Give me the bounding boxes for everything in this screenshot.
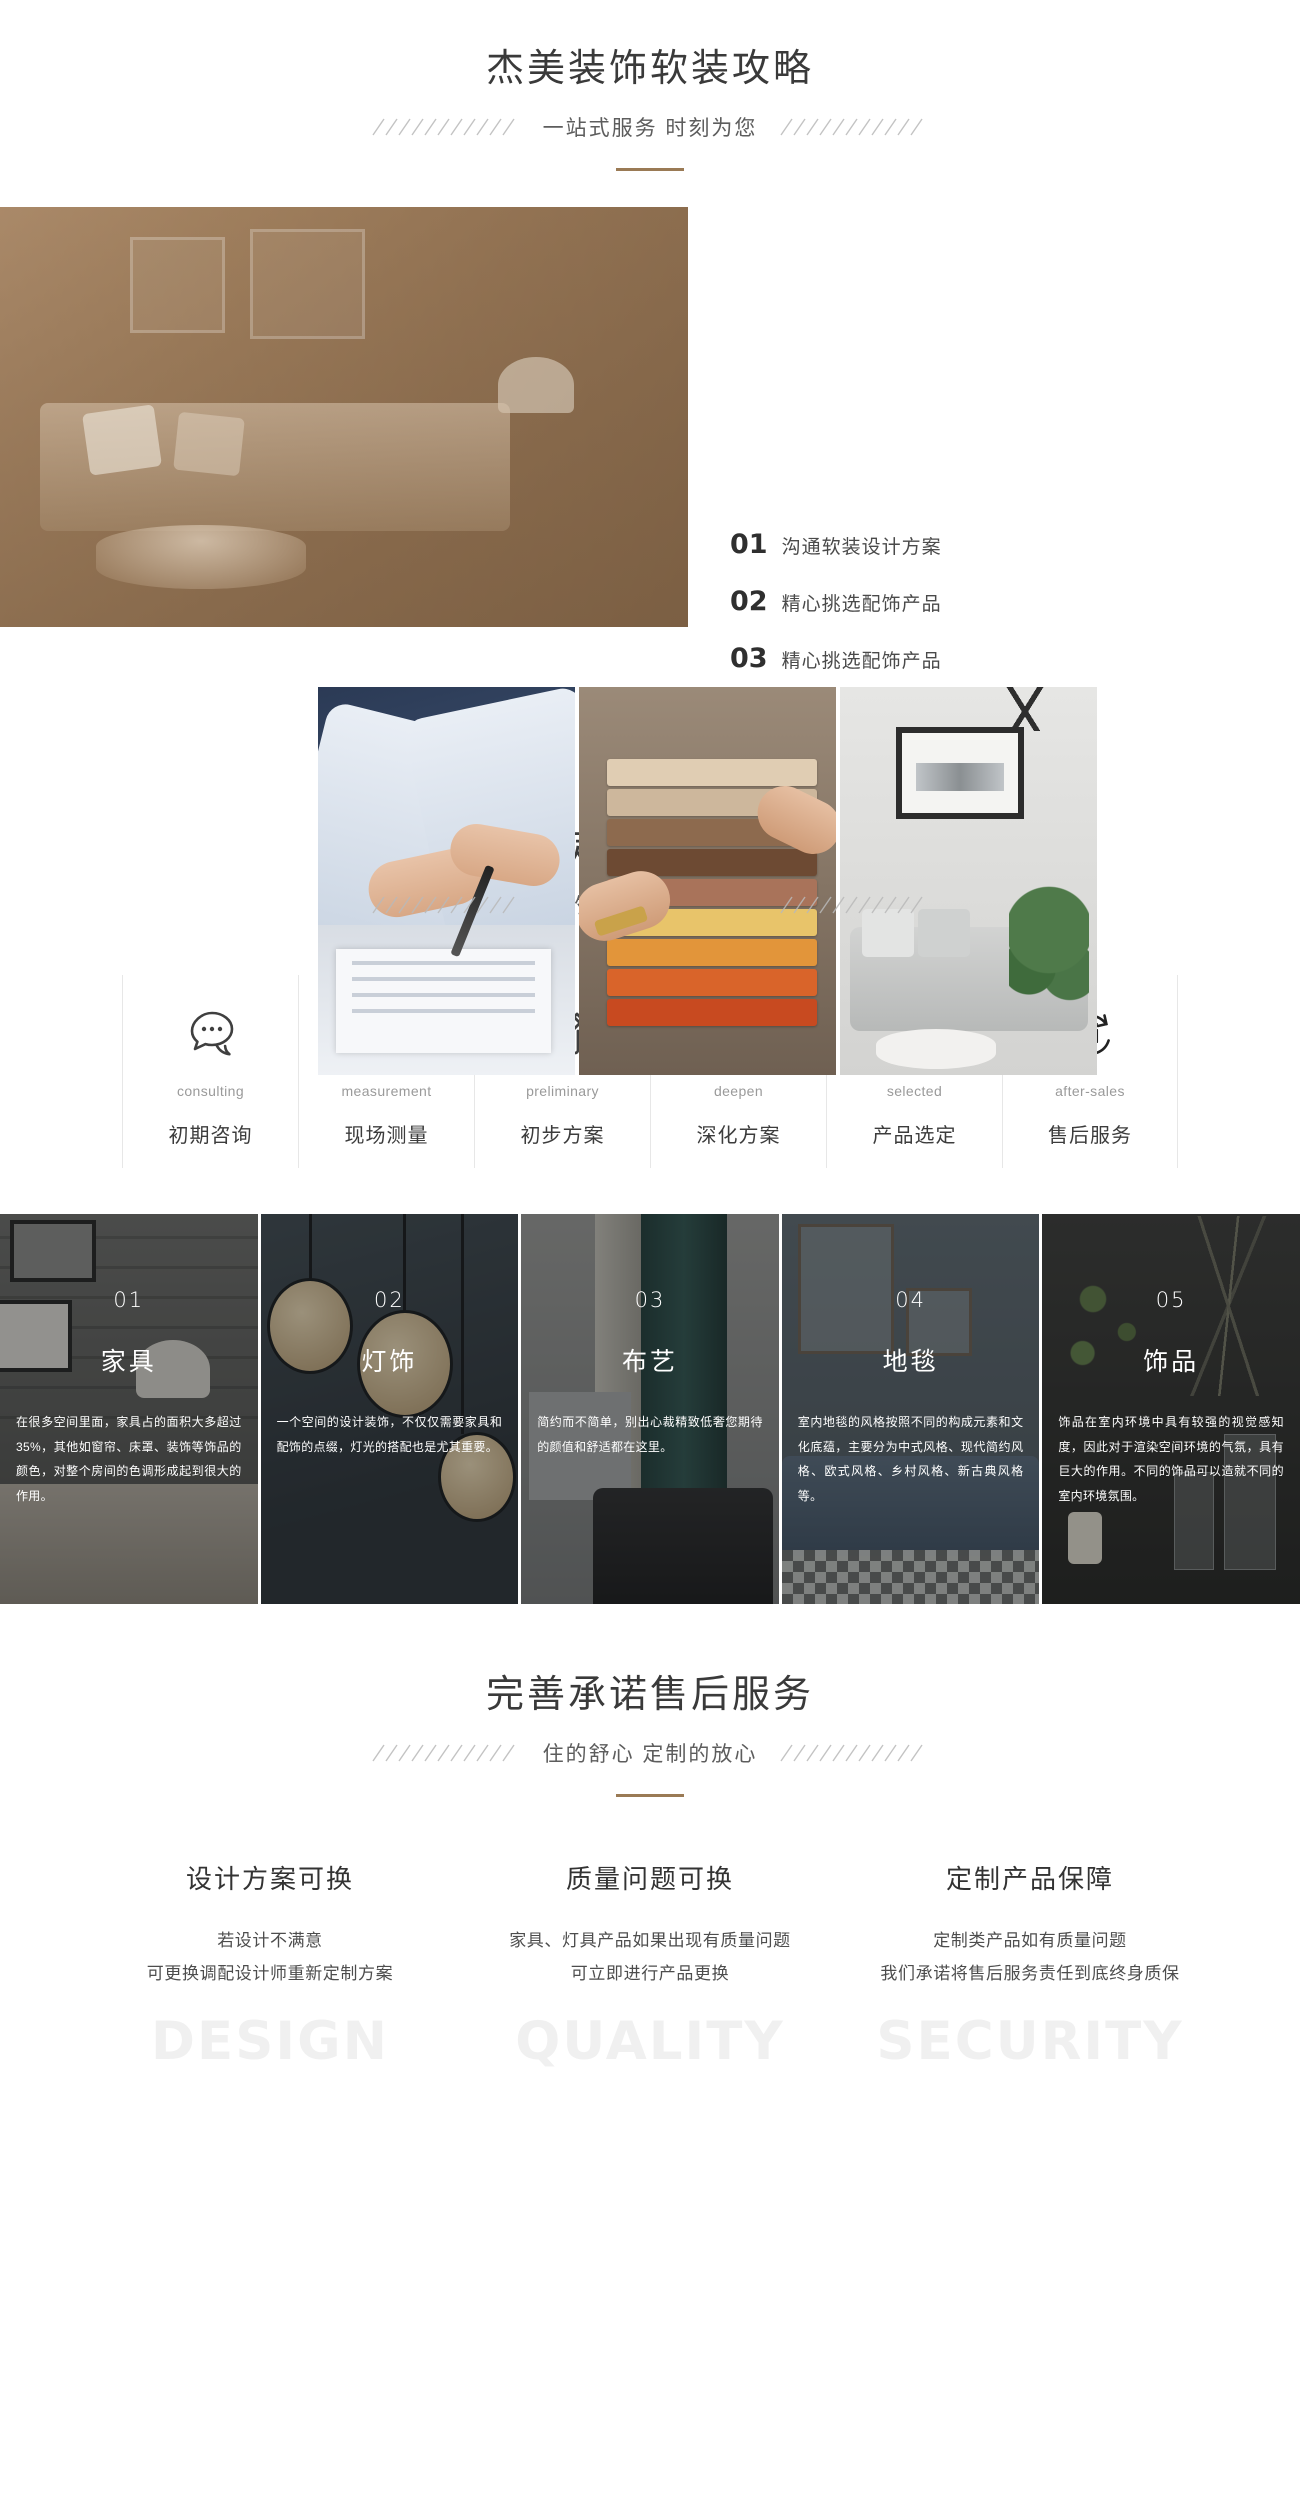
category-card-furniture[interactable]: 01 家具 在很多空间里面，家具占的面积大多超过35%，其他如窗帘、床罩、装饰等… [0,1214,258,1604]
process-step-en: selected [886,1083,943,1099]
wall-frame-2 [250,228,365,339]
card-number: 02 [374,1288,405,1312]
hero-photo-strip [318,686,1097,1075]
hero-step-text: 沟通软装设计方案 [781,536,942,558]
process-step-cn: 售后服务 [1048,1125,1132,1147]
page-subtitle: 一站式服务 时刻为您 [542,116,758,140]
card-description: 室内地毯的风格按照不同的构成元素和文化底蕴，主要分为中式风格、现代简约风格、欧式… [797,1415,1024,1503]
process-step-en: deepen [713,1083,764,1099]
guarantee-column-title: 设计方案可换 [185,1863,354,1894]
process-step-cn: 产品选定 [872,1125,957,1147]
hero-step-text: 精心挑选配饰产品 [781,650,942,672]
guarantee-column-quality: 质量问题可换 家具、灯具产品如果出现有质量问题 可立即进行产品更换 [460,1859,840,1990]
card-name: 饰品 [1143,1348,1200,1376]
guarantee-column-desc: 定制类产品如有质量问题 我们承诺将售后服务责任到底终身质保 [840,1924,1220,1990]
watermark-quality: QUALITY [515,2010,785,2072]
category-card-lighting[interactable]: 02 灯饰 一个空间的设计装饰，不仅仅需要家具和配饰的点缀，灯光的搭配也是尤其重… [260,1214,519,1604]
guarantee-column-design: 设计方案可换 若设计不满意 可更换调配设计师重新定制方案 [80,1859,460,1990]
guarantee-desc-line: 可立即进行产品更换 [570,1963,730,1983]
process-step-en: preliminary [526,1083,599,1099]
hatch-right-icon [780,1744,923,1761]
guarantee-columns: 设计方案可换 若设计不满意 可更换调配设计师重新定制方案 质量问题可换 家具、灯… [0,1859,1300,1990]
process-step-cn: 初期咨询 [168,1125,253,1147]
guarantee-desc-line: 定制类产品如有质量问题 [933,1930,1127,1950]
hero-section: 01 沟通软装设计方案 02 精心挑选配饰产品 03 精心挑选配饰产品 [0,206,1300,1075]
guarantee-desc-line: 家具、灯具产品如果出现有质量问题 [509,1930,791,1950]
hero-step-list: 01 沟通软装设计方案 02 精心挑选配饰产品 03 精心挑选配饰产品 [730,529,942,700]
guarantee-column-title: 质量问题可换 [565,1863,734,1894]
hatch-left-icon [372,1744,515,1761]
watermark-design: DESIGN [151,2010,389,2072]
hero-step-item: 01 沟通软装设计方案 [730,529,942,560]
card-number: 03 [634,1288,666,1312]
guarantee-column-security: 定制产品保障 定制类产品如有质量问题 我们承诺将售后服务责任到底终身质保 [840,1859,1220,1990]
chandelier [960,686,1090,731]
process-step-consulting[interactable]: consulting 初期咨询 [122,975,298,1168]
card-name: 家具 [100,1348,157,1376]
card-number: 04 [895,1288,926,1312]
card-name: 布艺 [621,1348,678,1376]
hero-divider [616,167,684,171]
card-description: 简约而不简单，别出心裁精致低奢您期待的颜值和舒适都在这里。 [537,1415,763,1454]
hero-step-number: 03 [730,642,768,674]
hatch-right-icon [780,118,923,135]
cushion-2 [173,411,245,476]
contract-paper [336,948,551,1053]
chat-bubble-icon [123,1003,298,1067]
category-card-grid: 01 家具 在很多空间里面，家具占的面积大多超过35%，其他如窗帘、床罩、装饰等… [0,1214,1300,1604]
card-number: 05 [1155,1288,1187,1312]
guarantee-column-desc: 家具、灯具产品如果出现有质量问题 可立即进行产品更换 [460,1924,840,1990]
card-name: 地毯 [882,1348,939,1376]
category-card-carpet[interactable]: 04 地毯 室内地毯的风格按照不同的构成元素和文化底蕴，主要分为中式风格、现代简… [781,1214,1040,1604]
guarantee-heading: 完善承诺售后服务 住的舒心 定制的放心 [0,1672,1300,1797]
floor-lamp [498,356,574,413]
hero-step-text: 精心挑选配饰产品 [781,593,942,615]
hero-photo-livingroom [840,686,1097,1075]
process-step-en: after-sales [1055,1083,1125,1099]
hatch-right-icon [780,896,923,914]
hero-photo-fabric [579,686,836,1075]
watermark-security: SECURITY [876,2010,1184,2072]
card-description: 一个空间的设计装饰，不仅仅需要家具和配饰的点缀，灯光的搭配也是尤其重要。 [276,1415,503,1454]
card-description: 饰品在室内环境中具有较强的视觉感知度，因此对于渲染空间环境的气氛，具有巨大的作用… [1058,1415,1284,1503]
hero-step-number: 02 [730,585,768,617]
hatch-left-icon [372,118,515,135]
hero-step-number: 01 [730,528,768,560]
hero-photo-signing [318,686,575,1075]
wall-art [896,726,1024,819]
card-name: 灯饰 [361,1348,418,1376]
page-title: 杰美装饰软装攻略 [485,48,814,90]
guarantee-subtitle: 住的舒心 定制的放心 [542,1742,758,1766]
process-step-en: consulting [176,1083,245,1099]
hero-subtitle-row: 一站式服务 时刻为您 [0,112,1300,142]
guarantee-subtitle-row: 住的舒心 定制的放心 [0,1738,1300,1768]
hero-background-photo [0,206,688,627]
cushion-1 [82,403,162,476]
guarantee-divider [616,1793,684,1797]
process-step-cn: 初步方案 [520,1125,605,1147]
hero-step-item: 02 精心挑选配饰产品 [730,586,942,617]
hatch-left-icon [372,896,515,914]
process-step-en: measurement [341,1083,432,1099]
wall-frame-1 [130,236,225,333]
card-description: 在很多空间里面，家具占的面积大多超过35%，其他如窗帘、床罩、装饰等饰品的颜色，… [16,1415,242,1503]
hero-step-item: 03 精心挑选配饰产品 [730,643,942,674]
guarantee-column-desc: 若设计不满意 可更换调配设计师重新定制方案 [80,1924,460,1990]
hero-heading: 杰美装饰软装攻略 一站式服务 时刻为您 [0,0,1300,171]
category-card-fabric[interactable]: 03 布艺 简约而不简单，别出心裁精致低奢您期待的颜值和舒适都在这里。 [521,1214,779,1604]
coffee-table [96,524,306,589]
coffee-table [876,1028,996,1069]
guarantee-watermarks: DESIGN QUALITY SECURITY [0,2011,1300,2072]
card-number: 01 [113,1288,145,1312]
process-step-cn: 现场测量 [344,1125,429,1147]
guarantee-section: 设计方案可换 若设计不满意 可更换调配设计师重新定制方案 质量问题可换 家具、灯… [0,1859,1300,2119]
guarantee-column-title: 定制产品保障 [945,1863,1114,1894]
category-card-decor[interactable]: 05 饰品 饰品在室内环境中具有较强的视觉感知度，因此对于渲染空间环境的气氛，具… [1042,1214,1300,1604]
process-step-cn: 深化方案 [696,1125,781,1147]
guarantee-title: 完善承诺售后服务 [485,1674,814,1716]
guarantee-desc-line: 若设计不满意 [217,1930,323,1950]
guarantee-desc-line: 我们承诺将售后服务责任到底终身质保 [880,1963,1180,1983]
guarantee-desc-line: 可更换调配设计师重新定制方案 [146,1963,394,1983]
potted-plant [1009,884,1089,1035]
